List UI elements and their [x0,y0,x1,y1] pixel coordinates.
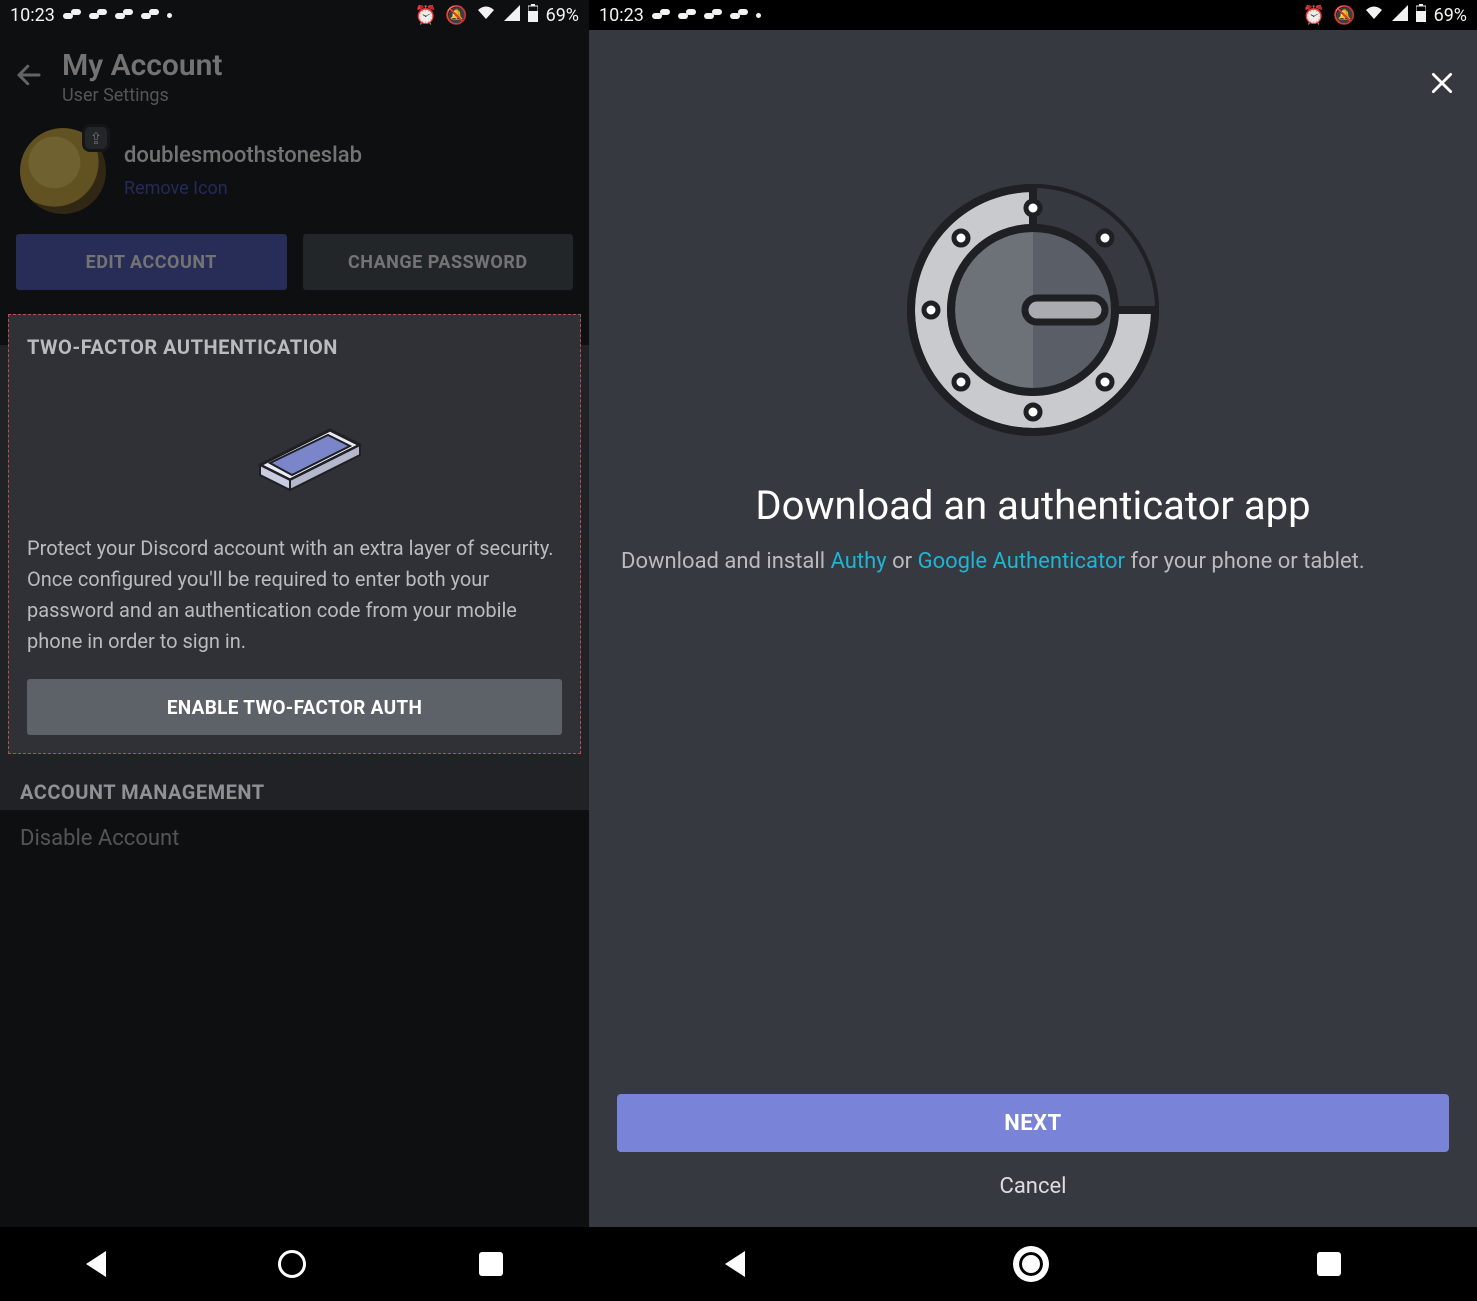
twofa-title: TWO-FACTOR AUTHENTICATION [27,335,562,359]
signal-icon [504,5,520,26]
nav-recent-icon[interactable] [479,1252,503,1276]
account-management-title: ACCOUNT MANAGEMENT [0,754,589,816]
battery-percent: 69% [1434,5,1467,26]
desc-or: or [887,549,918,574]
controller-icon [63,9,81,21]
phone-illustration [27,395,562,505]
controller-icon [678,9,696,21]
alarm-icon: ⏰ [415,5,437,26]
status-time: 10:23 [599,5,644,26]
change-password-button[interactable]: CHANGE PASSWORD [303,234,574,290]
authenticator-modal: Download an authenticator app Download a… [589,30,1477,1227]
page-subtitle: User Settings [62,85,222,106]
dnd-icon: 🔕 [1333,5,1355,26]
modal-description: Download and install Authy or Google Aut… [589,529,1477,578]
back-arrow-icon[interactable] [14,60,44,94]
disable-account-link[interactable]: Disable Account [0,816,589,881]
alarm-icon: ⏰ [1303,5,1325,26]
authenticator-vault-icon [589,180,1477,440]
enable-twofa-button[interactable]: ENABLE TWO-FACTOR AUTH [27,679,562,735]
controller-icon [652,9,670,21]
nav-recent-icon[interactable] [1317,1252,1341,1276]
signal-icon [1392,5,1408,26]
battery-percent: 69% [546,5,579,26]
status-bar: 10:23 ⏰ 🔕 69% [589,0,1477,30]
wifi-icon [476,5,496,26]
nav-home-icon[interactable] [1016,1249,1046,1279]
nav-back-icon[interactable] [86,1251,106,1277]
dnd-icon: 🔕 [445,5,467,26]
android-navbar [0,1227,589,1301]
app-header: My Account User Settings [0,30,589,118]
battery-icon [528,4,538,27]
status-bar: 10:23 ⏰ 🔕 69% [0,0,589,30]
twofa-description: Protect your Discord account with an ext… [27,533,562,657]
controller-icon [730,9,748,21]
profile-row: ⇪ doublesmoothstoneslab Remove Icon [0,118,589,224]
username: doublesmoothstoneslab [124,143,362,168]
avatar[interactable]: ⇪ [20,128,106,214]
more-notifications-dot [167,13,172,18]
authy-link[interactable]: Authy [831,549,887,574]
google-authenticator-link[interactable]: Google Authenticator [918,549,1125,574]
close-icon[interactable] [1429,70,1455,103]
modal-title: Download an authenticator app [589,482,1477,529]
account-buttons: EDIT ACCOUNT CHANGE PASSWORD [0,224,589,314]
edit-account-button[interactable]: EDIT ACCOUNT [16,234,287,290]
page-title: My Account [62,48,222,83]
more-notifications-dot [756,13,761,18]
upload-avatar-icon[interactable]: ⇪ [82,124,110,152]
controller-icon [89,9,107,21]
nav-home-icon[interactable] [278,1250,306,1278]
battery-icon [1416,4,1426,27]
cancel-button[interactable]: Cancel [617,1152,1449,1211]
desc-pre: Download and install [621,549,831,574]
next-button[interactable]: NEXT [617,1094,1449,1152]
twofa-section: TWO-FACTOR AUTHENTICATION Protect your D… [8,314,581,754]
phone-right: 10:23 ⏰ 🔕 69% [589,0,1477,1301]
status-time: 10:23 [10,5,55,26]
controller-icon [115,9,133,21]
android-navbar [589,1227,1477,1301]
nav-back-icon[interactable] [725,1251,745,1277]
phone-left: 10:23 ⏰ 🔕 69% [0,0,589,1301]
desc-post: for your phone or tablet. [1125,549,1365,574]
remove-icon-link[interactable]: Remove Icon [124,178,362,199]
controller-icon [704,9,722,21]
wifi-icon [1364,5,1384,26]
controller-icon [141,9,159,21]
